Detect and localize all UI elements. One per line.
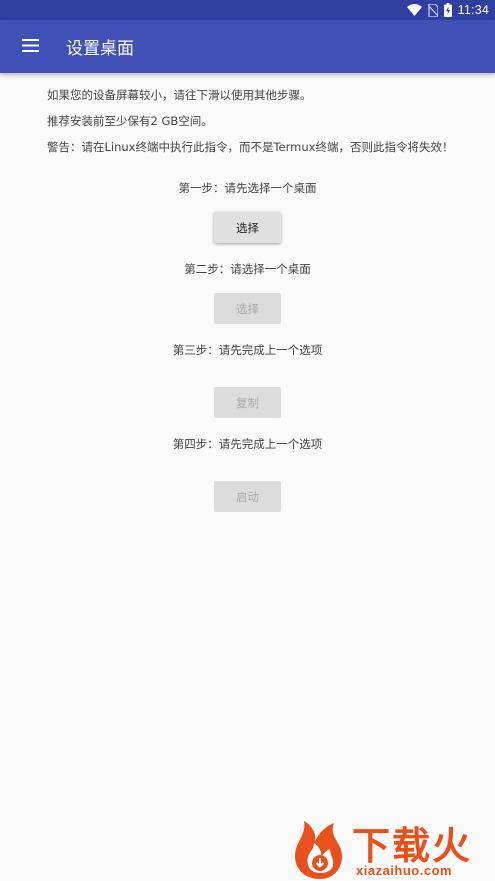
watermark-url: xiazaihuo.com bbox=[356, 863, 453, 878]
status-bar: 11:34 bbox=[0, 0, 495, 20]
warning-text: 警告：请在Linux终端中执行此指令，而不是Termux终端，否则此指令将失效！ bbox=[47, 140, 454, 154]
copy-button: 复制 bbox=[214, 387, 281, 418]
battery-charging-icon bbox=[443, 3, 452, 17]
wifi-icon bbox=[406, 4, 422, 16]
watermark: 下载火 xiazaihuo.com bbox=[290, 815, 495, 881]
screen-size-hint: 如果您的设备屏幕较小，请往下滑以使用其他步骤。 bbox=[47, 88, 312, 102]
storage-hint: 推荐安装前至少保有2 GB空间。 bbox=[47, 114, 213, 128]
menu-button[interactable] bbox=[0, 20, 60, 73]
status-time: 11:34 bbox=[457, 3, 489, 17]
select-desktop-button[interactable]: 选择 bbox=[214, 212, 281, 243]
watermark-text: 下载火 bbox=[352, 824, 473, 868]
page-title: 设置桌面 bbox=[66, 39, 134, 59]
step1-label: 第一步：请先选择一个桌面 bbox=[178, 181, 317, 195]
step3-label: 第三步：请先完成上一个选项 bbox=[172, 343, 323, 357]
app-bar: 设置桌面 bbox=[0, 20, 495, 73]
step4-label: 第四步：请先完成上一个选项 bbox=[172, 437, 323, 451]
hamburger-menu-icon bbox=[21, 37, 39, 56]
select-desktop-button-2: 选择 bbox=[214, 293, 281, 324]
step2-label: 第二步：请选择一个桌面 bbox=[184, 262, 311, 276]
no-sim-icon bbox=[427, 3, 438, 17]
launch-button: 启动 bbox=[214, 481, 281, 512]
